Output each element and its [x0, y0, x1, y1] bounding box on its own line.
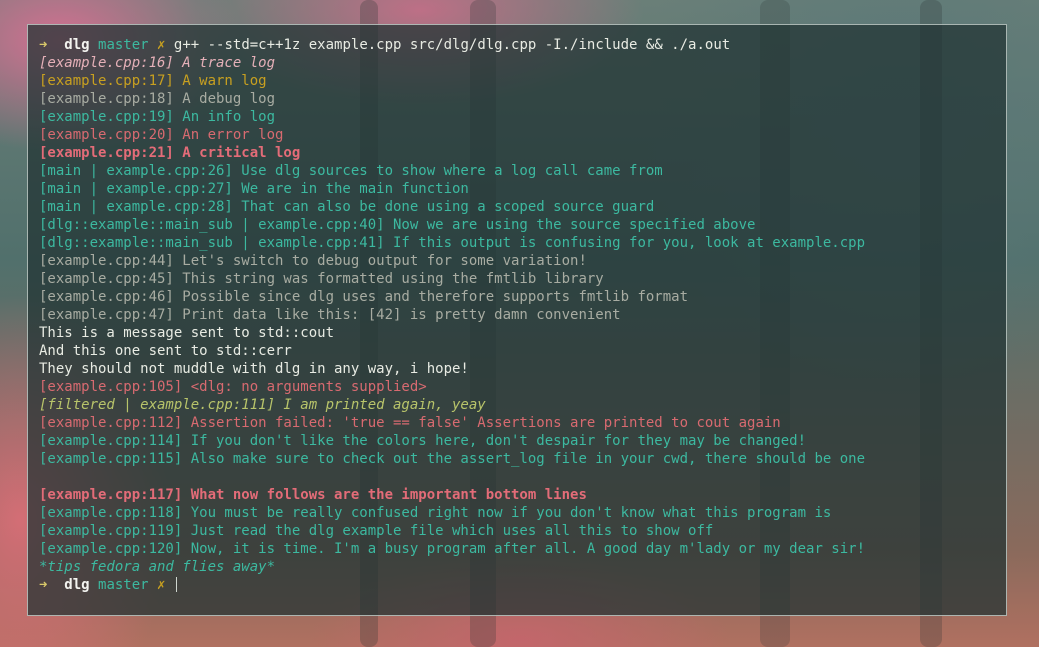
terminal-text: [example.cpp:46] Possible since dlg uses… — [39, 289, 689, 305]
text-cursor — [175, 577, 177, 592]
terminal-text: [example.cpp:44] Let's switch to debug o… — [39, 253, 587, 269]
terminal-line: They should not muddle with dlg in any w… — [39, 360, 1006, 378]
terminal-text: And this one sent to std::cerr — [39, 343, 292, 359]
terminal-text: [example.cpp:47] Print data like this: [… — [39, 307, 621, 323]
terminal-line: [example.cpp:119] Just read the dlg exam… — [39, 522, 1006, 540]
terminal-line: [example.cpp:21] A critical log — [39, 144, 1006, 162]
terminal-line: [example.cpp:118] You must be really con… — [39, 504, 1006, 522]
terminal-line: [example.cpp:17] A warn log — [39, 72, 1006, 90]
terminal-line: [example.cpp:16] A trace log — [39, 54, 1006, 72]
terminal-text: [example.cpp:112] Assertion failed: 'tru… — [39, 415, 781, 431]
terminal-text: [main | example.cpp:26] Use dlg sources … — [39, 163, 663, 179]
terminal-text: [example.cpp:17] A warn log — [39, 73, 267, 89]
terminal-line: [example.cpp:114] If you don't like the … — [39, 432, 1006, 450]
terminal-window[interactable]: ➜ dlg master ✗ g++ --std=c++1z example.c… — [27, 24, 1007, 616]
terminal-text: [filtered | example.cpp:111] I am printe… — [39, 397, 486, 413]
terminal-text: dlg — [64, 37, 99, 53]
terminal-text: [example.cpp:118] You must be really con… — [39, 505, 832, 521]
terminal-line: [example.cpp:117] What now follows are t… — [39, 486, 1006, 504]
terminal-text: [example.cpp:120] Now, it is time. I'm a… — [39, 541, 866, 557]
terminal-text: [example.cpp:115] Also make sure to chec… — [39, 451, 866, 467]
terminal-line: [main | example.cpp:27] We are in the ma… — [39, 180, 1006, 198]
terminal-text: [example.cpp:114] If you don't like the … — [39, 433, 807, 449]
terminal-line: [example.cpp:47] Print data like this: [… — [39, 306, 1006, 324]
terminal-line: *tips fedora and flies away* — [39, 558, 1006, 576]
terminal-text: This is a message sent to std::cout — [39, 325, 335, 341]
terminal-text: ➜ — [39, 577, 65, 593]
terminal-line: [dlg::example::main_sub | example.cpp:41… — [39, 234, 1006, 252]
terminal-line: [filtered | example.cpp:111] I am printe… — [39, 396, 1006, 414]
terminal-text: [example.cpp:19] An info log — [39, 109, 276, 125]
terminal-line: ➜ dlg master ✗ — [39, 576, 1006, 594]
terminal-line: [main | example.cpp:28] That can also be… — [39, 198, 1006, 216]
terminal-text: [example.cpp:119] Just read the dlg exam… — [39, 523, 714, 539]
terminal-text: g++ --std=c++1z example.cpp src/dlg/dlg.… — [173, 37, 731, 53]
terminal-line: [example.cpp:120] Now, it is time. I'm a… — [39, 540, 1006, 558]
terminal-text: [example.cpp:105] <dlg: no arguments sup… — [39, 379, 427, 395]
terminal-line: [example.cpp:18] A debug log — [39, 90, 1006, 108]
terminal-line: [main | example.cpp:26] Use dlg sources … — [39, 162, 1006, 180]
terminal-text: [dlg::example::main_sub | example.cpp:41… — [39, 235, 866, 251]
terminal-output: ➜ dlg master ✗ g++ --std=c++1z example.c… — [39, 36, 1006, 594]
terminal-text: [dlg::example::main_sub | example.cpp:40… — [39, 217, 756, 233]
terminal-line: [example.cpp:112] Assertion failed: 'tru… — [39, 414, 1006, 432]
terminal-line: [example.cpp:45] This string was formatt… — [39, 270, 1006, 288]
terminal-line: [example.cpp:20] An error log — [39, 126, 1006, 144]
terminal-line: [dlg::example::main_sub | example.cpp:40… — [39, 216, 1006, 234]
terminal-line: [example.cpp:46] Possible since dlg uses… — [39, 288, 1006, 306]
terminal-text: dlg — [64, 577, 99, 593]
terminal-text: [main | example.cpp:27] We are in the ma… — [39, 181, 469, 197]
terminal-line: [example.cpp:105] <dlg: no arguments sup… — [39, 378, 1006, 396]
terminal-line: [example.cpp:115] Also make sure to chec… — [39, 450, 1006, 468]
terminal-line: ➜ dlg master ✗ g++ --std=c++1z example.c… — [39, 36, 1006, 54]
terminal-text: master — [98, 37, 158, 53]
terminal-text: [example.cpp:20] An error log — [39, 127, 284, 143]
terminal-line: This is a message sent to std::cout — [39, 324, 1006, 342]
terminal-text: [example.cpp:16] A trace log — [39, 55, 276, 71]
terminal-text: ➜ — [39, 37, 65, 53]
terminal-text: [main | example.cpp:28] That can also be… — [39, 199, 655, 215]
terminal-line: [example.cpp:19] An info log — [39, 108, 1006, 126]
terminal-text: ✗ — [157, 577, 174, 593]
terminal-text: ✗ — [157, 37, 174, 53]
terminal-text: [example.cpp:117] What now follows are t… — [39, 487, 587, 503]
terminal-text: master — [98, 577, 158, 593]
terminal-text: They should not muddle with dlg in any w… — [39, 361, 469, 377]
terminal-text: [example.cpp:18] A debug log — [39, 91, 276, 107]
terminal-text: *tips fedora and flies away* — [39, 559, 276, 575]
terminal-text: [example.cpp:21] A critical log — [39, 145, 301, 161]
terminal-line: And this one sent to std::cerr — [39, 342, 1006, 360]
terminal-line: [example.cpp:44] Let's switch to debug o… — [39, 252, 1006, 270]
terminal-text: [example.cpp:45] This string was formatt… — [39, 271, 604, 287]
